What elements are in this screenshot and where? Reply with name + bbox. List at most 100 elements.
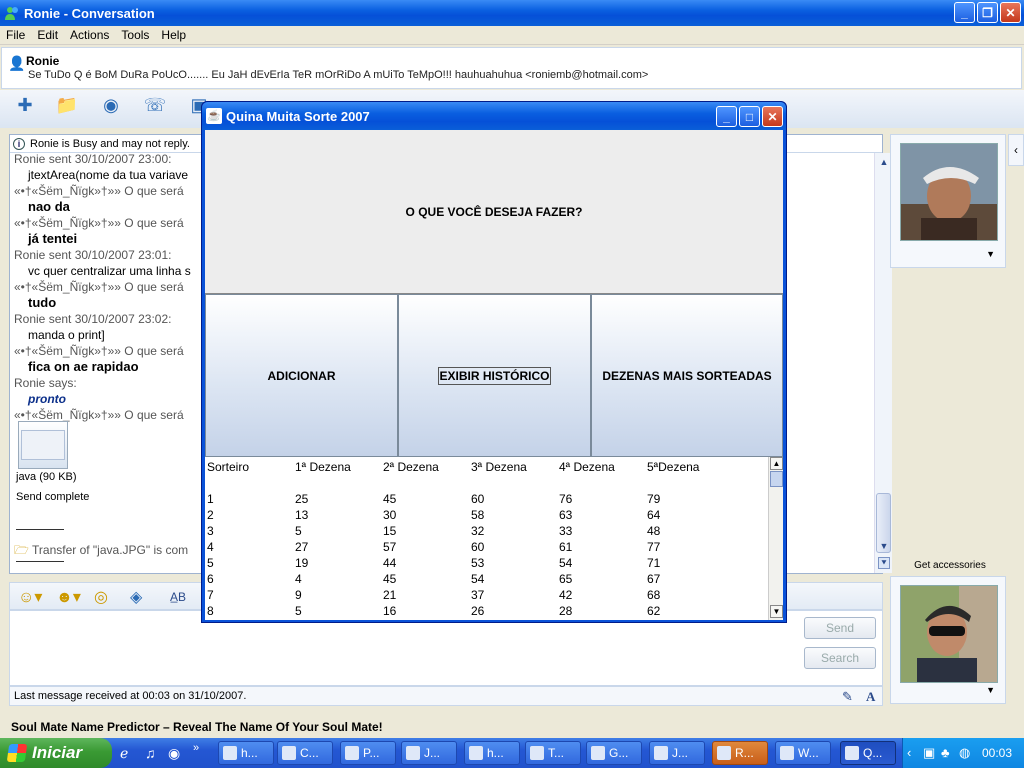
- add-button[interactable]: ADICIONAR: [205, 294, 398, 457]
- menu-help[interactable]: Help: [155, 28, 192, 42]
- window-title: Ronie - Conversation: [24, 5, 155, 21]
- taskbar-button[interactable]: W...: [775, 741, 831, 765]
- quicklaunch-more-icon[interactable]: »: [193, 742, 199, 754]
- taskbar-button-label: Q...: [863, 746, 883, 760]
- invite-contact-icon[interactable]: ✚: [12, 95, 38, 121]
- emoticon-icon[interactable]: ☺▾: [18, 587, 42, 607]
- call-icon[interactable]: ☏: [142, 95, 168, 121]
- file-thumbnail[interactable]: [18, 421, 68, 469]
- avatar-dropdown-icon[interactable]: ▼: [986, 685, 995, 695]
- send-files-icon[interactable]: 📁: [54, 95, 80, 121]
- taskbar-button[interactable]: P...: [340, 741, 396, 765]
- table-row[interactable]: 5 19 44 53 54 71: [205, 555, 765, 571]
- dialog-titlebar[interactable]: ☕ Quina Muita Sorte 2007 _ □ ✕: [202, 102, 786, 130]
- taskbar-button[interactable]: R...: [712, 741, 768, 765]
- text-mode-icon[interactable]: A: [866, 688, 875, 706]
- taskbar-button[interactable]: J...: [649, 741, 705, 765]
- dialog-close-button[interactable]: ✕: [762, 106, 783, 127]
- dialog-minimize-button[interactable]: _: [716, 106, 737, 127]
- search-button[interactable]: Search: [804, 647, 876, 669]
- window-titlebar[interactable]: Ronie - Conversation _ ❐ ✕: [0, 0, 1024, 26]
- dialog-title: Quina Muita Sorte 2007: [226, 108, 370, 124]
- message-header: «•†«Šëm_Ñïgk»†»» O que será: [14, 216, 184, 230]
- menu-file[interactable]: File: [0, 28, 31, 42]
- table-cell: 15: [383, 524, 397, 538]
- table-cell: 5: [207, 556, 214, 570]
- send-button[interactable]: Send: [804, 617, 876, 639]
- taskbar-button[interactable]: Q...: [840, 741, 896, 765]
- taskbar-button[interactable]: T...: [525, 741, 581, 765]
- scroll-up-arrow[interactable]: ▲: [770, 457, 783, 470]
- menu-edit[interactable]: Edit: [31, 28, 64, 42]
- table-cell: 54: [471, 572, 485, 586]
- table-row[interactable]: 2 13 30 58 63 64: [205, 507, 765, 523]
- table-row[interactable]: 1 25 45 60 76 79: [205, 491, 765, 507]
- nudge-icon[interactable]: ◎: [94, 587, 108, 607]
- messenger-tray-icon[interactable]: ♣: [941, 745, 950, 760]
- contact-avatar[interactable]: [900, 143, 998, 241]
- start-label: Iniciar: [32, 743, 83, 762]
- scroll-end-button[interactable]: ⯆: [878, 557, 890, 569]
- taskbar-button[interactable]: C...: [277, 741, 333, 765]
- wink-icon[interactable]: ☻▾: [56, 587, 81, 607]
- user-avatar[interactable]: [900, 585, 998, 683]
- media-quicklaunch-icon[interactable]: ♫: [145, 745, 156, 761]
- taskbar-button[interactable]: h...: [218, 741, 274, 765]
- volume-icon[interactable]: ◍: [959, 745, 970, 761]
- close-button[interactable]: ✕: [1000, 2, 1021, 23]
- table-cell: 25: [295, 492, 309, 506]
- voice-clip-icon[interactable]: ◈: [130, 587, 142, 607]
- table-cell: 53: [471, 556, 485, 570]
- taskbar-button[interactable]: G...: [586, 741, 642, 765]
- table-cell: 26: [471, 604, 485, 618]
- sidebar-collapse-button[interactable]: ‹: [1008, 134, 1024, 166]
- font-icon[interactable]: A̲B: [170, 590, 186, 604]
- table-row[interactable]: 6 4 45 54 65 67: [205, 571, 765, 587]
- info-icon: i: [13, 137, 25, 150]
- table-cell: 68: [647, 588, 661, 602]
- table-row[interactable]: 7 9 21 37 42 68: [205, 587, 765, 603]
- webcam-icon[interactable]: ◉: [98, 95, 124, 121]
- table-scrollbar[interactable]: ▲ ▼: [768, 457, 783, 620]
- table-row[interactable]: 4 27 57 60 61 77: [205, 539, 765, 555]
- show-history-button[interactable]: EXIBIR HISTÓRICO: [398, 294, 591, 457]
- dialog-maximize-button[interactable]: □: [739, 106, 760, 127]
- advertisement[interactable]: Soul Mate Name Predictor – Reveal The Na…: [0, 716, 1024, 738]
- send-complete-text: Send complete: [16, 491, 90, 503]
- avatar-dropdown-icon[interactable]: ▼: [986, 249, 995, 259]
- menu-actions[interactable]: Actions: [64, 28, 115, 42]
- app-quicklaunch-icon[interactable]: ◉: [168, 745, 180, 762]
- ie-quicklaunch-icon[interactable]: ℯ: [120, 745, 128, 762]
- table-cell: 4: [295, 572, 302, 586]
- scroll-down-arrow[interactable]: ▼: [770, 605, 783, 618]
- network-icon[interactable]: ▣: [923, 745, 935, 761]
- taskbar-button[interactable]: h...: [464, 741, 520, 765]
- table-row[interactable]: 3 5 15 32 33 48: [205, 523, 765, 539]
- table-cell: 6: [207, 572, 214, 586]
- table-cell: 21: [383, 588, 397, 602]
- taskbar-button[interactable]: J...: [401, 741, 457, 765]
- table-cell: 79: [647, 492, 661, 506]
- table-cell: 33: [559, 524, 573, 538]
- scroll-thumb[interactable]: [770, 471, 783, 487]
- taskbar-button-label: h...: [241, 746, 258, 760]
- table-cell: 1: [207, 492, 214, 506]
- maximize-button[interactable]: ❐: [977, 2, 998, 23]
- table-cell: 57: [383, 540, 397, 554]
- scroll-up-arrow[interactable]: ▲: [878, 157, 890, 169]
- scroll-down-arrow[interactable]: ▼: [878, 541, 890, 553]
- message-list: Ronie sent 30/10/2007 23:00: jtextArea(n…: [14, 151, 204, 571]
- app-icon: [654, 746, 668, 760]
- handwriting-icon[interactable]: ✎: [842, 688, 853, 706]
- get-accessories-link[interactable]: Get accessories: [895, 560, 1005, 571]
- minimize-button[interactable]: _: [954, 2, 975, 23]
- most-drawn-button-label: DEZENAS MAIS SORTEADAS: [602, 368, 772, 383]
- taskbar-button-label: T...: [548, 746, 565, 760]
- most-drawn-button[interactable]: DEZENAS MAIS SORTEADAS: [591, 294, 783, 457]
- start-button[interactable]: Iniciar: [0, 738, 112, 768]
- tray-expand-icon[interactable]: ‹: [907, 745, 911, 760]
- history-table[interactable]: Sorteiro 1ª Dezena 2ª Dezena 3ª Dezena 4…: [205, 457, 768, 620]
- message-header: «•†«Šëm_Ñïgk»†»» O que será: [14, 344, 184, 358]
- menu-tools[interactable]: Tools: [115, 28, 155, 42]
- table-row[interactable]: 8 5 16 26 28 62: [205, 603, 765, 619]
